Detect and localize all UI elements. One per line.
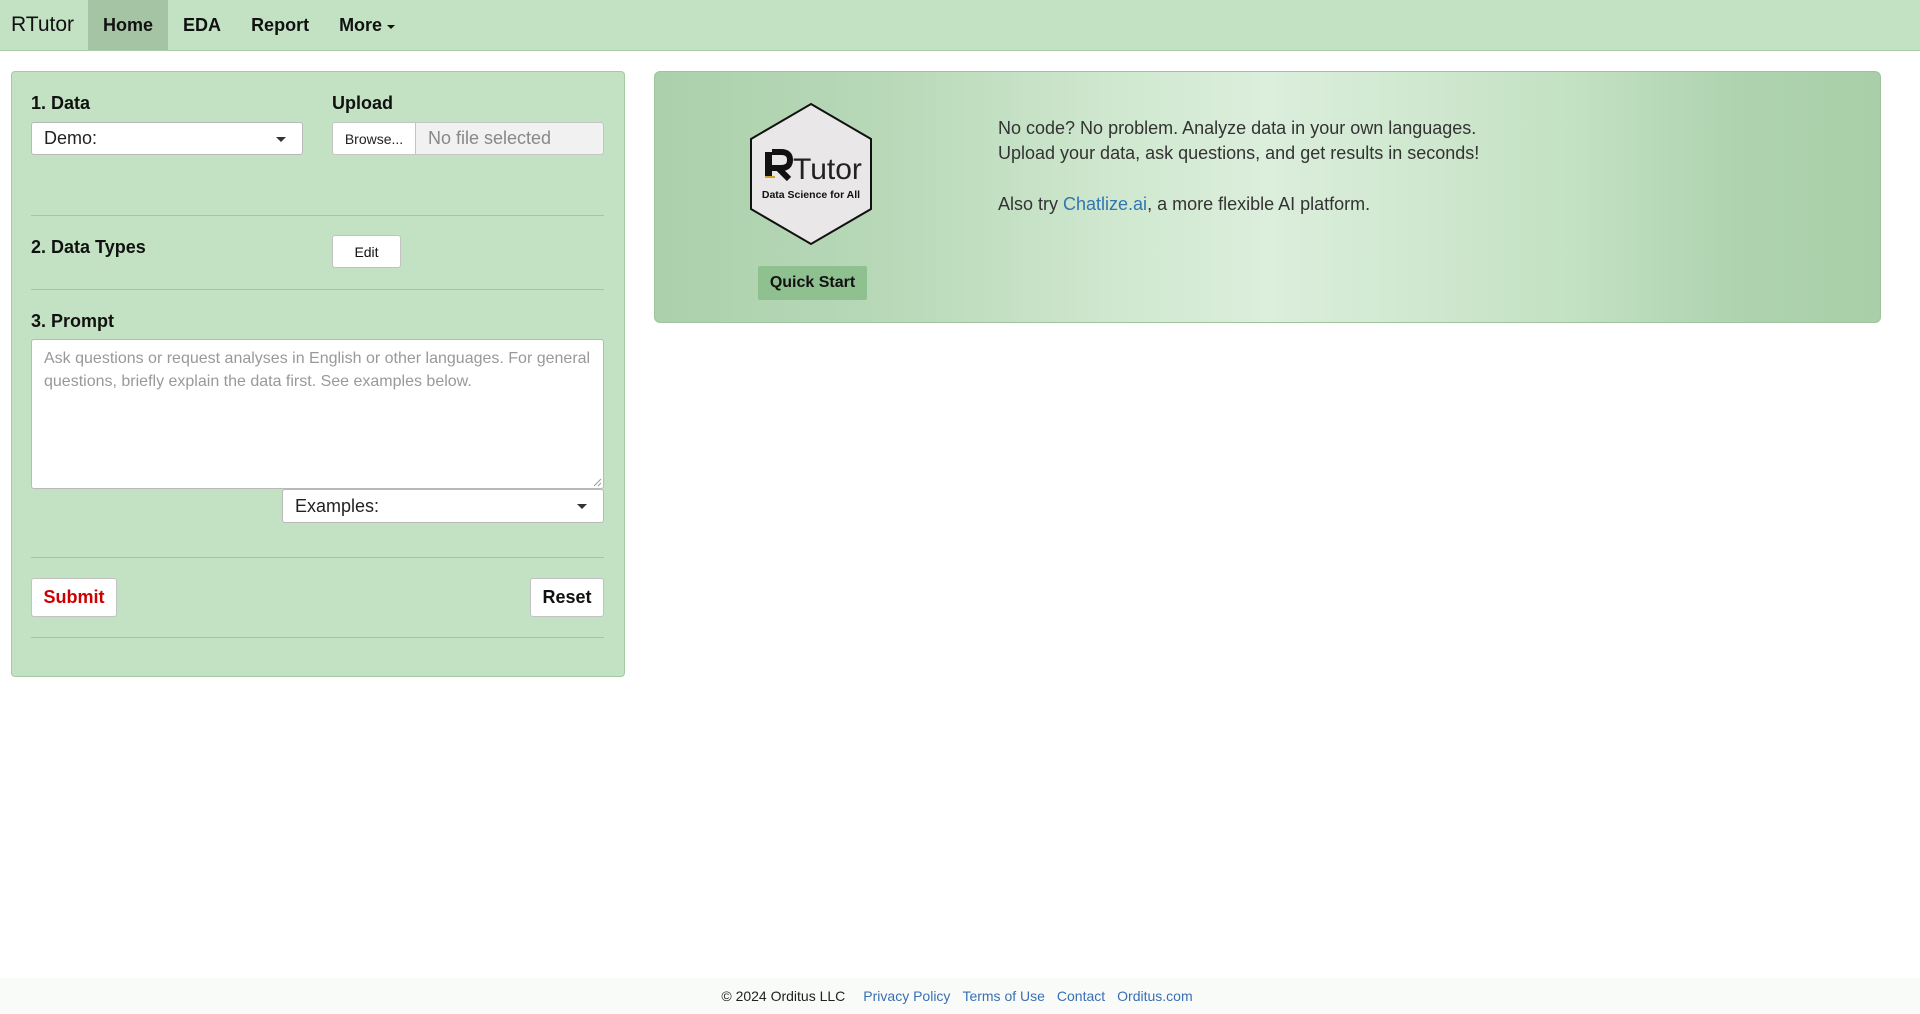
nav-eda[interactable]: EDA: [168, 0, 236, 50]
nav-more-label: More: [339, 14, 383, 35]
hero-line-1: No code? No problem. Analyze data in you…: [998, 118, 1477, 138]
hero-description: No code? No problem. Analyze data in you…: [998, 116, 1479, 217]
data-section-title: 1. Data: [31, 93, 91, 113]
hero-also-line: Also try Chatlize.ai, a more flexible AI…: [998, 192, 1479, 217]
nav-home-label: Home: [103, 14, 154, 35]
caret-down-icon: [387, 24, 396, 29]
nav-report[interactable]: Report: [236, 0, 324, 50]
brand-title[interactable]: RTutor: [0, 0, 88, 50]
data-types-title: 2. Data Types: [31, 237, 146, 257]
logo-wordmark: Tutor: [793, 153, 862, 186]
navbar: RTutor Home EDA Report More: [0, 0, 1920, 51]
orditus-link[interactable]: Orditus.com: [1117, 988, 1192, 1004]
upload-title: Upload: [332, 93, 393, 113]
examples-select[interactable]: Examples:: [282, 489, 604, 523]
divider: [31, 215, 604, 216]
prompt-placeholder: Ask questions or request analyses in Eng…: [44, 350, 591, 390]
nav-report-label: Report: [251, 14, 310, 35]
examples-select-value: Examples:: [295, 495, 380, 516]
hero-panel: Tutor Data Science for All Quick Start N…: [654, 71, 1881, 323]
file-name-display: No file selected: [416, 122, 604, 155]
data-select-value: Demo:: [44, 128, 98, 148]
divider: [31, 637, 604, 638]
data-select[interactable]: Demo:: [31, 122, 303, 155]
submit-button[interactable]: Submit: [31, 578, 117, 617]
file-upload: Browse... No file selected: [332, 122, 604, 155]
terms-of-use-link[interactable]: Terms of Use: [962, 988, 1044, 1004]
copyright-text: © 2024 Orditus LLC: [721, 988, 846, 1004]
hero-line-2: Upload your data, ask questions, and get…: [998, 143, 1480, 163]
divider: [31, 289, 604, 290]
dropdown-arrow-icon: [577, 504, 587, 509]
quick-start-button[interactable]: Quick Start: [758, 266, 867, 300]
nav-eda-label: EDA: [183, 14, 222, 35]
contact-link[interactable]: Contact: [1057, 988, 1105, 1004]
also-suffix: , a more flexible AI platform.: [1147, 194, 1371, 214]
prompt-title: 3. Prompt: [31, 311, 115, 331]
dropdown-arrow-icon: [276, 136, 286, 142]
prompt-textarea[interactable]: Ask questions or request analyses in Eng…: [31, 339, 604, 489]
resize-grip-icon[interactable]: [592, 477, 602, 487]
logo-tagline: Data Science for All: [762, 189, 860, 201]
sidebar-panel: 1. Data Demo: Upload Browse... No file s…: [11, 71, 625, 677]
nav-home[interactable]: Home: [88, 0, 169, 50]
nav-more-dropdown[interactable]: More: [324, 0, 410, 50]
footer: © 2024 Orditus LLC Privacy Policy Terms …: [0, 978, 1920, 1014]
edit-button[interactable]: Edit: [332, 235, 401, 268]
divider: [31, 557, 604, 558]
also-prefix: Also try: [998, 194, 1064, 214]
browse-button[interactable]: Browse...: [332, 122, 416, 155]
privacy-policy-link[interactable]: Privacy Policy: [863, 988, 950, 1004]
rtutor-logo: Tutor Data Science for All: [750, 102, 872, 246]
chatlize-link[interactable]: Chatlize.ai: [1063, 194, 1147, 214]
reset-button[interactable]: Reset: [530, 578, 604, 617]
